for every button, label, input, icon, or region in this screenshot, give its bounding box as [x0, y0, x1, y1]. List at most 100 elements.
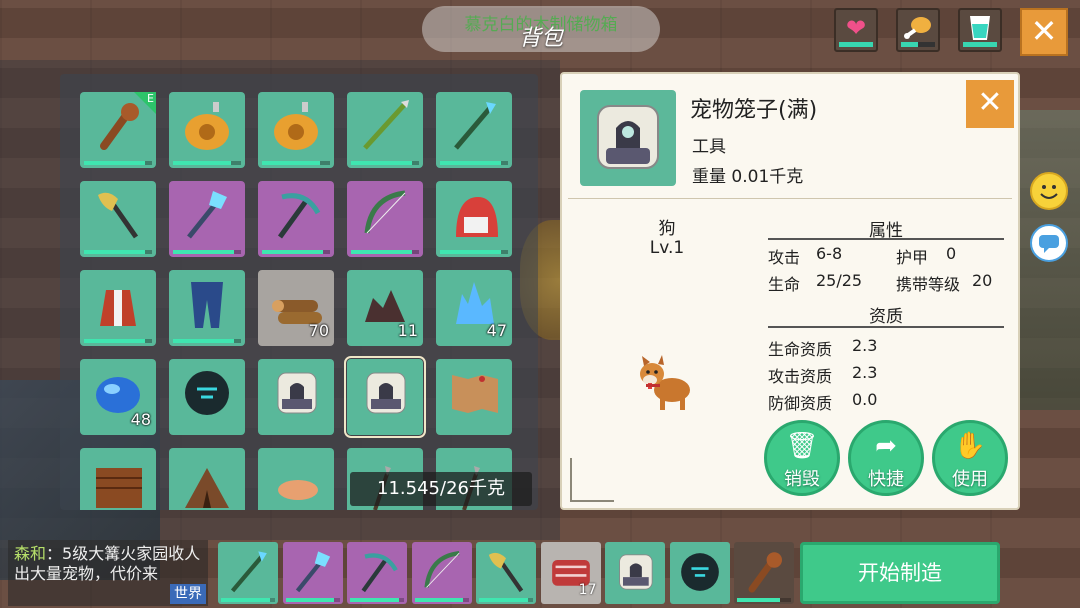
- red-hood-icon: [446, 187, 502, 243]
- chat-sender: 森和: [14, 544, 47, 563]
- inventory-slot[interactable]: [169, 270, 245, 346]
- dark-orb-icon: [179, 365, 235, 421]
- emoji-button[interactable]: [1030, 172, 1068, 210]
- equipped-label: E: [147, 92, 154, 105]
- hotbar-slot[interactable]: [411, 542, 472, 604]
- inventory-slot[interactable]: 70: [258, 270, 334, 346]
- inventory-slot[interactable]: [436, 92, 512, 168]
- inventory-slot[interactable]: 47: [436, 270, 512, 346]
- bow-icon: [418, 548, 466, 596]
- thirst-status-button[interactable]: [958, 8, 1002, 52]
- durability-bar: [221, 598, 275, 602]
- hotbar-slot[interactable]: 17: [540, 542, 601, 604]
- durability-bar: [173, 250, 241, 254]
- defense-aptitude-label: 防御资质: [768, 394, 833, 413]
- title-banner: 慕克白的木制储物箱 背包: [422, 6, 660, 52]
- inventory-slot[interactable]: 11: [347, 270, 423, 346]
- hotbar-slot[interactable]: [476, 542, 536, 604]
- world-channel-tag[interactable]: 世界: [170, 584, 206, 604]
- crystal-spear-icon: [224, 548, 272, 596]
- hunger-status-button[interactable]: [896, 8, 940, 52]
- start-crafting-button[interactable]: 开始制造: [800, 542, 1000, 604]
- durability-bar: [414, 598, 469, 602]
- hotbar-slot[interactable]: [282, 542, 343, 604]
- shortcut-button[interactable]: ➦ 快捷: [848, 420, 924, 496]
- inventory-slot[interactable]: [436, 181, 512, 257]
- chat-bubble-icon: [1039, 235, 1059, 253]
- dark-orb-icon: [676, 548, 724, 596]
- close-icon: ✕: [1030, 12, 1058, 50]
- durability-bar: [440, 161, 508, 165]
- pickaxe-icon: [268, 187, 324, 243]
- pants-icon: [179, 276, 235, 332]
- inventory-slot[interactable]: [169, 181, 245, 257]
- defense-aptitude-value: 0.0: [852, 390, 878, 409]
- durability-bar: [84, 339, 152, 343]
- durability-bar: [350, 598, 404, 602]
- treasure-map-icon: [446, 365, 502, 421]
- durability-bar: [173, 161, 241, 165]
- item-weight: 重量 0.01千克: [692, 167, 804, 187]
- divider: [768, 326, 1004, 328]
- inventory-slot[interactable]: [347, 92, 423, 168]
- tent-icon: [179, 454, 235, 510]
- inventory-slot[interactable]: [80, 448, 156, 510]
- hp-label: 生命: [768, 275, 801, 294]
- item-count: 11: [397, 321, 418, 340]
- durability-bar: [479, 598, 533, 602]
- durability-bar: [84, 250, 152, 254]
- inventory-slot[interactable]: [258, 181, 334, 257]
- inventory-slot[interactable]: [258, 359, 334, 435]
- inventory-slot[interactable]: [169, 92, 245, 168]
- detail-close-button[interactable]: ✕: [966, 80, 1014, 128]
- durability-bar: [84, 161, 152, 165]
- inventory-slot[interactable]: [436, 359, 512, 435]
- inventory-slot[interactable]: [258, 448, 334, 510]
- carry-level-label: 携带等级: [896, 275, 961, 294]
- divider: [768, 238, 1004, 240]
- share-arrow-icon: ➦: [875, 431, 897, 461]
- trash-icon: 🗑: [785, 431, 819, 461]
- durability-bar: [440, 250, 508, 254]
- durability-bar: [173, 339, 241, 343]
- inventory-slot[interactable]: [347, 181, 423, 257]
- destroy-button[interactable]: 🗑 销毁: [764, 420, 840, 496]
- page-title: 背包: [518, 26, 563, 51]
- close-button[interactable]: ✕: [1020, 8, 1068, 56]
- hotbar-slot[interactable]: [605, 542, 665, 604]
- durability-bar: [262, 250, 330, 254]
- inventory-slot[interactable]: 48: [80, 359, 156, 435]
- hotbar-slot[interactable]: [669, 542, 730, 604]
- inventory-slot[interactable]: [169, 448, 245, 510]
- hotbar-slot[interactable]: [218, 542, 278, 604]
- item-count: 70: [308, 321, 329, 340]
- health-status-button[interactable]: ❤: [834, 8, 878, 52]
- inventory-slot[interactable]: [344, 356, 426, 438]
- fish-item-icon: [268, 454, 324, 510]
- crystal-staff-icon: [289, 548, 337, 596]
- durability-bar: [351, 250, 419, 254]
- durability-bar: [737, 598, 791, 602]
- inventory-slot[interactable]: [169, 359, 245, 435]
- attack-value: 6-8: [816, 244, 843, 263]
- use-button-label: 使用: [952, 469, 988, 490]
- shortcut-button-label: 快捷: [868, 469, 904, 490]
- inventory-slot[interactable]: [80, 181, 156, 257]
- battle-axe-icon: [482, 548, 530, 596]
- corner-ornament: [570, 458, 614, 502]
- inventory-slot[interactable]: [258, 92, 334, 168]
- chat-box[interactable]: 森和：5级大篝火家园收人 出大量宠物，代价来 世界: [8, 540, 216, 606]
- inventory-slot[interactable]: [80, 270, 156, 346]
- inventory-slot[interactable]: E: [80, 92, 156, 168]
- hotbar-slot[interactable]: [734, 542, 794, 604]
- inventory-panel[interactable]: E 70 11 47 48 11.545/26千克: [60, 74, 538, 510]
- chat-button[interactable]: [1030, 224, 1068, 262]
- hotbar-slot[interactable]: [347, 542, 407, 604]
- battle-axe-icon: [90, 187, 146, 243]
- dog-icon: [624, 344, 704, 424]
- use-button[interactable]: ✋ 使用: [932, 420, 1008, 496]
- item-count: 17: [578, 582, 597, 598]
- armor-value: 0: [946, 244, 957, 263]
- armor-label: 护甲: [896, 248, 929, 267]
- attack-aptitude-label: 攻击资质: [768, 367, 833, 386]
